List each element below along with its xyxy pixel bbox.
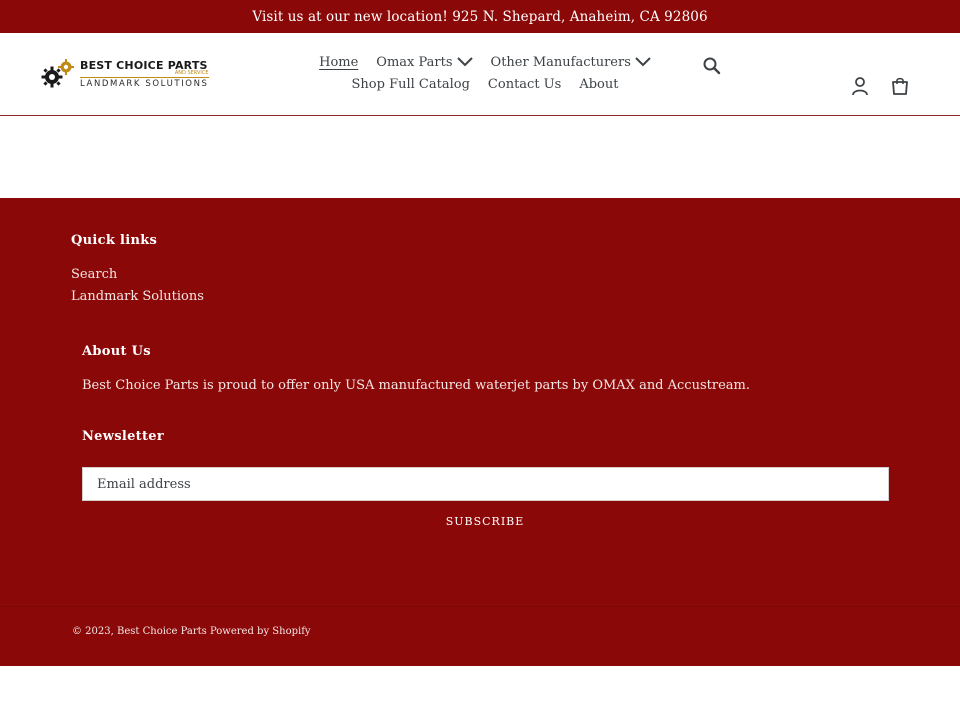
footer-divider xyxy=(0,606,960,607)
logo-wordmark: BEST CHOICE PARTS AND SERVICE LANDMARK S… xyxy=(80,60,209,89)
nav-label: About xyxy=(579,76,619,92)
nav-item-home[interactable]: Home xyxy=(310,51,367,73)
about-us-heading: About Us xyxy=(82,344,151,359)
nav-item-shop-full-catalog[interactable]: Shop Full Catalog xyxy=(343,73,479,95)
email-field[interactable] xyxy=(82,467,889,501)
powered-by-link[interactable]: Powered by Shopify xyxy=(207,626,311,637)
nav-label: Omax Parts xyxy=(376,54,453,70)
announcement-bar: Visit us at our new location! 925 N. She… xyxy=(0,0,960,33)
chevron-down-icon xyxy=(635,57,651,67)
footer-link-landmark-solutions[interactable]: Landmark Solutions xyxy=(71,289,204,304)
chevron-down-icon xyxy=(456,57,473,67)
gear-logo-icon xyxy=(40,57,80,91)
nav-label: Other Manufacturers xyxy=(490,54,631,70)
logo-landmark-text: LANDMARK SOLUTIONS xyxy=(80,78,209,89)
nav-item-omax-parts[interactable]: Omax Parts xyxy=(367,51,481,73)
store-name-link[interactable]: Best Choice Parts xyxy=(117,626,207,637)
nav-item-about[interactable]: About xyxy=(570,73,627,95)
logo-divider xyxy=(80,76,209,78)
nav-label: Home xyxy=(319,54,359,70)
main-nav: Home Omax Parts Other Manufacturers Shop… xyxy=(300,51,670,95)
site-footer: Quick links Search Landmark Solutions Ab… xyxy=(0,198,960,666)
site-header: BEST CHOICE PARTS AND SERVICE LANDMARK S… xyxy=(0,33,960,116)
nav-item-other-manufacturers[interactable]: Other Manufacturers xyxy=(482,51,660,73)
copyright-year: © 2023, xyxy=(72,626,117,637)
announcement-text: Visit us at our new location! 925 N. She… xyxy=(252,8,708,25)
about-us-text: Best Choice Parts is proud to offer only… xyxy=(82,378,750,393)
nav-label: Contact Us xyxy=(487,76,562,92)
store-logo[interactable]: BEST CHOICE PARTS AND SERVICE LANDMARK S… xyxy=(40,57,232,91)
footer-link-search[interactable]: Search xyxy=(71,267,117,282)
nav-item-contact-us[interactable]: Contact Us xyxy=(479,73,570,95)
nav-label: Shop Full Catalog xyxy=(351,76,470,92)
search-icon[interactable] xyxy=(701,55,723,77)
logo-sub-text: AND SERVICE xyxy=(174,69,209,76)
newsletter-heading: Newsletter xyxy=(82,429,165,444)
copyright: © 2023, Best Choice Parts Powered by Sho… xyxy=(72,626,311,637)
cart-icon[interactable] xyxy=(889,76,911,96)
quick-links-heading: Quick links xyxy=(71,233,158,248)
subscribe-button[interactable]: SUBSCRIBE xyxy=(430,510,540,532)
account-icon[interactable] xyxy=(850,76,870,96)
